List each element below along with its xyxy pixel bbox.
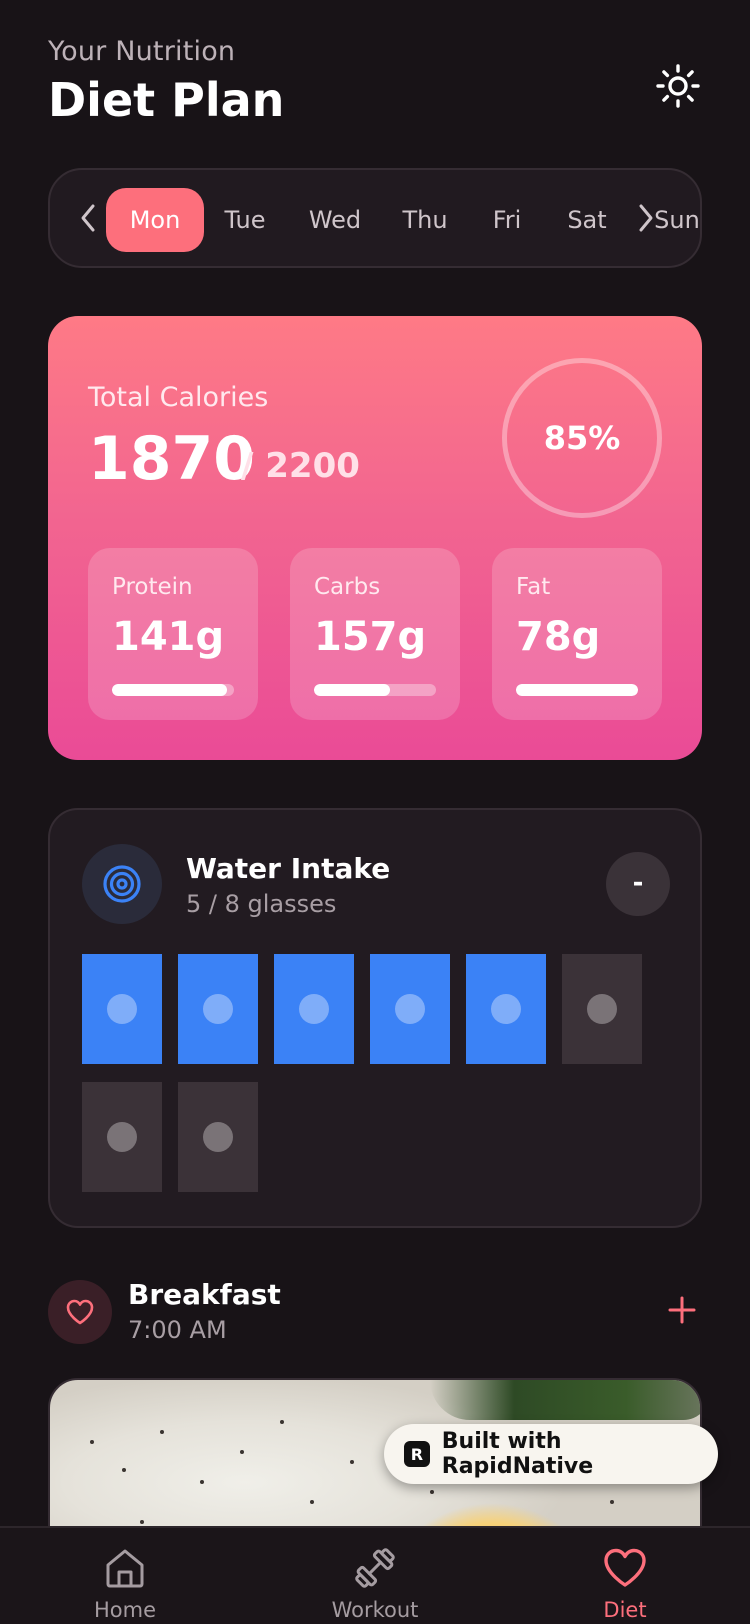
home-icon xyxy=(106,1549,144,1588)
built-with-badge[interactable]: R Built with RapidNative xyxy=(384,1424,718,1484)
calories-card: Total Calories 1870 / 2200 85% Protein 1… xyxy=(48,316,702,760)
water-glass[interactable] xyxy=(178,1082,258,1192)
macro-label: Carbs xyxy=(314,574,381,600)
glass-dot xyxy=(107,994,137,1024)
glass-dot xyxy=(203,994,233,1024)
tab-label: Workout xyxy=(331,1598,419,1622)
macro-value: 141g xyxy=(112,614,225,660)
rapidnative-logo: R xyxy=(404,1441,430,1467)
water-glass[interactable] xyxy=(178,954,258,1064)
chevron-left-icon xyxy=(81,204,95,232)
tab-diet[interactable]: Diet xyxy=(535,1528,715,1624)
meal-icon-badge xyxy=(48,1280,112,1344)
macro-progress-bar xyxy=(516,684,638,696)
macro-card-fat: Fat 78g xyxy=(492,548,662,720)
macro-label: Protein xyxy=(112,574,193,600)
glass-dot xyxy=(107,1122,137,1152)
heart-icon xyxy=(66,1299,94,1325)
glass-dot xyxy=(395,994,425,1024)
dumbbell-icon xyxy=(355,1548,395,1588)
water-glass[interactable] xyxy=(274,954,354,1064)
meal-title: Breakfast xyxy=(128,1278,281,1311)
bottom-tab-bar: Home Workout Diet xyxy=(0,1526,750,1624)
plus-icon xyxy=(668,1296,696,1324)
macro-progress-fill xyxy=(112,684,227,696)
water-glass[interactable] xyxy=(466,954,546,1064)
macro-label: Fat xyxy=(516,574,551,600)
day-tab-sat[interactable]: Sat xyxy=(560,188,614,252)
prev-day-button[interactable] xyxy=(74,198,102,238)
glass-dot xyxy=(587,994,617,1024)
add-meal-button[interactable] xyxy=(662,1290,702,1330)
day-tab-fri[interactable]: Fri xyxy=(482,188,532,252)
calories-label: Total Calories xyxy=(88,382,269,413)
badge-text: Built with RapidNative xyxy=(441,1429,594,1479)
macro-card-carbs: Carbs 157g xyxy=(290,548,460,720)
glass-dot xyxy=(491,994,521,1024)
calories-percent: 85% xyxy=(543,419,621,457)
sun-icon xyxy=(656,64,700,108)
tab-label: Diet xyxy=(603,1598,647,1622)
photo-greens xyxy=(430,1380,700,1420)
calories-progress-ring: 85% xyxy=(502,358,662,518)
macro-progress-bar xyxy=(112,684,234,696)
water-intake-card: Water Intake 5 / 8 glasses - xyxy=(48,808,702,1228)
remove-glass-button[interactable]: - xyxy=(606,852,670,916)
meal-time: 7:00 AM xyxy=(128,1316,227,1344)
heart-icon xyxy=(604,1548,646,1587)
day-tab-thu[interactable]: Thu xyxy=(394,188,456,252)
macro-progress-fill xyxy=(516,684,638,696)
macro-progress-bar xyxy=(314,684,436,696)
macro-progress-fill xyxy=(314,684,390,696)
chevron-right-icon xyxy=(639,204,653,232)
tab-home[interactable]: Home xyxy=(35,1528,215,1624)
water-glass[interactable] xyxy=(82,1082,162,1192)
water-glass[interactable] xyxy=(562,954,642,1064)
glass-dot xyxy=(203,1122,233,1152)
day-tab-mon[interactable]: Mon xyxy=(106,188,204,252)
water-glass[interactable] xyxy=(370,954,450,1064)
macro-value: 157g xyxy=(314,614,427,660)
calories-goal: / 2200 xyxy=(241,446,360,486)
day-selector: Mon Tue Wed Thu Fri Sat Sun xyxy=(48,168,702,268)
tab-label: Home xyxy=(93,1598,156,1622)
water-title: Water Intake xyxy=(186,852,391,885)
day-tab-wed[interactable]: Wed xyxy=(300,188,370,252)
page-header: Your Nutrition Diet Plan xyxy=(48,36,284,127)
macro-card-protein: Protein 141g xyxy=(88,548,258,720)
water-count: 5 / 8 glasses xyxy=(186,890,337,918)
macro-value: 78g xyxy=(516,614,601,660)
page-subtitle: Your Nutrition xyxy=(48,36,236,67)
target-icon xyxy=(103,865,141,903)
day-tab-tue[interactable]: Tue xyxy=(212,188,278,252)
glass-dot xyxy=(299,994,329,1024)
tab-workout[interactable]: Workout xyxy=(285,1528,465,1624)
theme-toggle-button[interactable] xyxy=(650,58,706,114)
next-day-button[interactable] xyxy=(632,198,660,238)
calories-value: 1870 xyxy=(88,424,255,494)
water-glass[interactable] xyxy=(82,954,162,1064)
page-title: Diet Plan xyxy=(48,73,285,127)
water-badge xyxy=(82,844,162,924)
